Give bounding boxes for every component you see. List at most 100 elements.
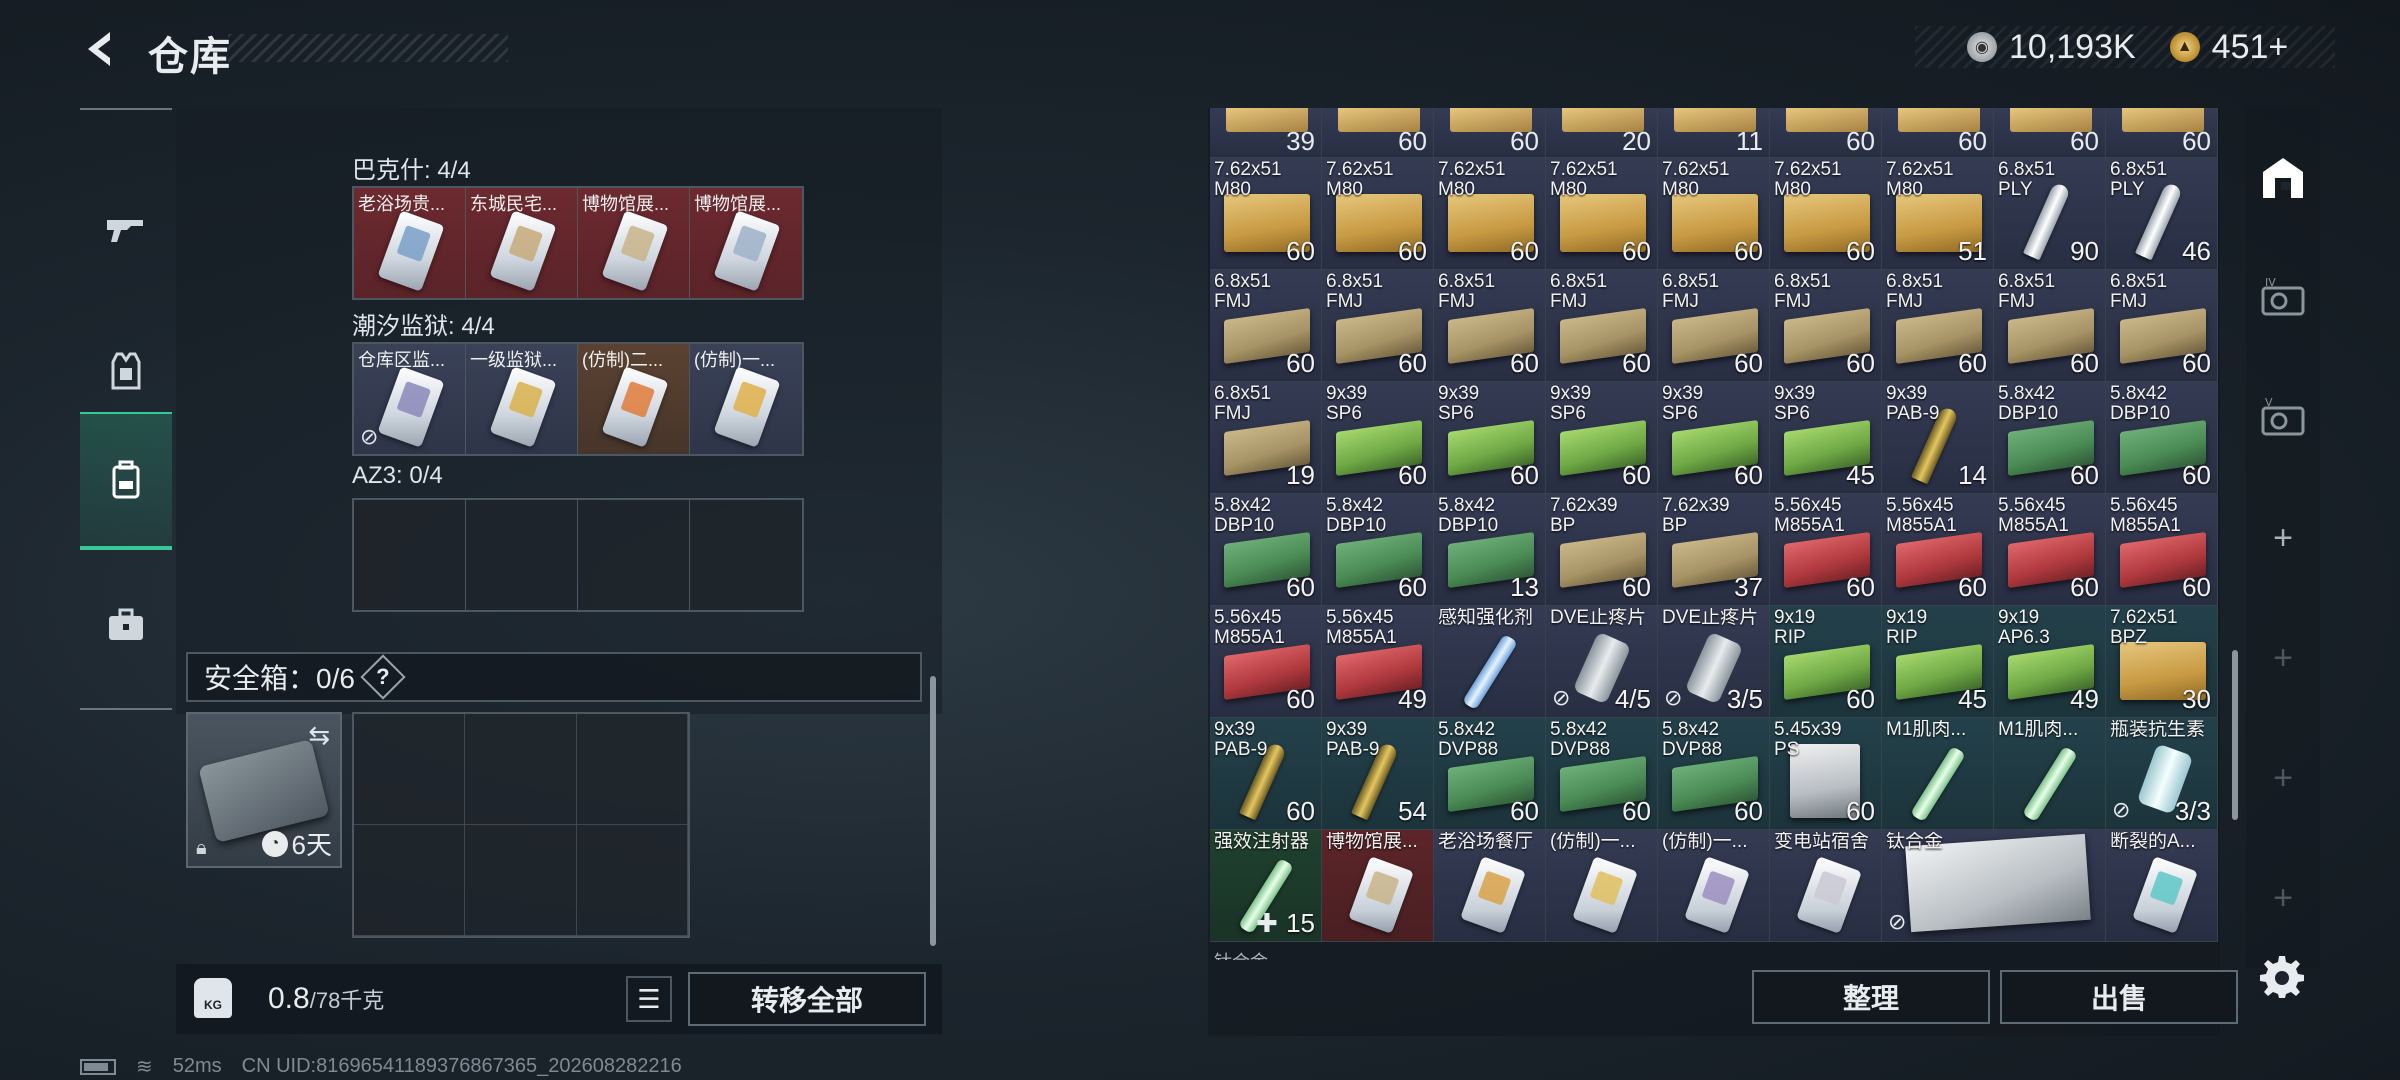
inventory-item[interactable]: 7.62x51 BPZ 30 — [2106, 606, 2218, 718]
inventory-item[interactable]: 断裂的A... — [2106, 830, 2218, 942]
inventory-item[interactable]: 6.8x51 FMJ 60 — [1322, 270, 1434, 382]
inventory-item[interactable]: DVE止疼片 4/5 ⊘ — [1546, 606, 1658, 718]
inventory-item[interactable]: 60 — [1882, 108, 1994, 158]
inventory-item[interactable]: 钛合金 ⊘ — [1882, 830, 2106, 942]
key-slot[interactable]: 博物馆展... — [690, 188, 802, 298]
inventory-item[interactable]: 7.62x39 BP 37 — [1658, 494, 1770, 606]
key-slot[interactable]: 仓库区监... ⊘ — [354, 344, 466, 454]
inventory-item[interactable]: 变电站宿舍 — [1770, 830, 1882, 942]
inventory-item[interactable]: 5.8x42 DBP10 60 — [1994, 382, 2106, 494]
inventory-item[interactable]: 6.8x51 FMJ 60 — [1882, 270, 1994, 382]
inventory-item[interactable]: 5.56x45 M855A1 60 — [2106, 494, 2218, 606]
inventory-item[interactable]: 5.8x42 DBP10 60 — [1210, 494, 1322, 606]
inventory-item[interactable]: 7.62x51 M80 60 — [1658, 158, 1770, 270]
inventory-item[interactable]: 5.8x42 DVP88 60 — [1546, 718, 1658, 830]
safe-slot[interactable] — [354, 714, 466, 825]
inventory-item[interactable]: 5.56x45 M855A1 60 — [1994, 494, 2106, 606]
nav-keys[interactable] — [80, 556, 172, 694]
key-slot[interactable]: 博物馆展... — [578, 188, 690, 298]
safe-slot[interactable] — [354, 825, 466, 936]
inventory-item[interactable]: 60 — [1322, 108, 1434, 158]
inventory-item[interactable]: 5.56x45 M855A1 60 — [1210, 606, 1322, 718]
empty-key-slot[interactable] — [690, 500, 802, 610]
inventory-item[interactable]: 6.8x51 FMJ 19 — [1210, 382, 1322, 494]
sort-button[interactable]: 整理 — [1752, 970, 1990, 1024]
key-slot[interactable]: 东城民宅... — [466, 188, 578, 298]
settings-gear-icon[interactable] — [2258, 952, 2306, 1000]
inventory-item[interactable]: 6.8x51 PLY 46 — [2106, 158, 2218, 270]
inventory-item[interactable]: 60 — [1994, 108, 2106, 158]
inventory-item[interactable]: 6.8x51 FMJ 60 — [2106, 270, 2218, 382]
nav-weapons[interactable] — [80, 160, 172, 298]
inventory-item[interactable]: (仿制)一... — [1658, 830, 1770, 942]
inventory-item[interactable]: M1肌肉... — [1994, 718, 2106, 830]
nav-storage[interactable] — [80, 412, 172, 550]
inventory-item[interactable]: 7.62x51 M80 60 — [1210, 158, 1322, 270]
inventory-item[interactable]: 瓶装抗生素 3/3 ⊘ — [2106, 718, 2218, 830]
inventory-item[interactable]: DVE止疼片 3/5 ⊘ — [1658, 606, 1770, 718]
empty-key-slot[interactable] — [354, 500, 466, 610]
swap-icon[interactable]: ⇆ — [308, 720, 330, 751]
safe-slot[interactable] — [576, 714, 688, 825]
inventory-item[interactable]: 9x19 AP6.3 49 — [1994, 606, 2106, 718]
safe-box-item[interactable]: ⇆ 🔒︎ ◔ 6天 — [186, 712, 342, 868]
transfer-all-button[interactable]: 转移全部 — [688, 972, 926, 1026]
inventory-item[interactable]: 60 — [1434, 108, 1546, 158]
inventory-item[interactable]: 9x39 PAB-9 14 — [1882, 382, 1994, 494]
key-slot[interactable]: (仿制)二... — [578, 344, 690, 454]
side-container-v-button[interactable]: V — [2246, 358, 2320, 478]
inventory-item[interactable]: 9x39 SP6 60 — [1658, 382, 1770, 494]
inventory-item[interactable]: 7.62x51 M80 60 — [1322, 158, 1434, 270]
side-stash-button[interactable] — [2246, 118, 2320, 238]
inventory-item[interactable]: 5.8x42 DBP10 60 — [2106, 382, 2218, 494]
inventory-item[interactable]: 老浴场餐厅 — [1434, 830, 1546, 942]
inventory-item[interactable]: 6.8x51 FMJ 60 — [1994, 270, 2106, 382]
empty-key-slot[interactable] — [578, 500, 690, 610]
inventory-item[interactable]: 9x39 SP6 60 — [1434, 382, 1546, 494]
side-add-slot-button[interactable]: + — [2246, 478, 2320, 598]
inventory-item[interactable]: 5.56x45 M855A1 60 — [1770, 494, 1882, 606]
inventory-item[interactable]: 60 — [2106, 108, 2218, 158]
inventory-item[interactable]: 7.62x39 BP 60 — [1546, 494, 1658, 606]
inventory-item[interactable]: 9x19 RIP 45 — [1882, 606, 1994, 718]
inventory-item[interactable]: 9x39 PAB-9 54 — [1322, 718, 1434, 830]
inventory-item[interactable]: 9x39 SP6 60 — [1322, 382, 1434, 494]
inventory-item[interactable]: 6.8x51 FMJ 60 — [1434, 270, 1546, 382]
side-add-slot-button[interactable]: + — [2246, 838, 2320, 958]
inventory-item[interactable]: 7.62x51 M80 60 — [1434, 158, 1546, 270]
inventory-item[interactable]: 6.8x51 FMJ 60 — [1658, 270, 1770, 382]
inventory-item[interactable]: 6.8x51 FMJ 60 — [1770, 270, 1882, 382]
inventory-item[interactable]: 博物馆展... — [1322, 830, 1434, 942]
inventory-item[interactable]: 7.62x51 M80 60 — [1770, 158, 1882, 270]
inventory-item[interactable]: 20 — [1546, 108, 1658, 158]
empty-key-slot[interactable] — [466, 500, 578, 610]
inventory-item[interactable]: (仿制)一... — [1546, 830, 1658, 942]
key-slot[interactable]: (仿制)一... — [690, 344, 802, 454]
safe-slot[interactable] — [465, 825, 577, 936]
safe-slot[interactable] — [576, 825, 688, 936]
safe-slot[interactable] — [465, 714, 577, 825]
inventory-item[interactable]: 9x19 RIP 60 — [1770, 606, 1882, 718]
inventory-item[interactable]: 感知强化剂 — [1434, 606, 1546, 718]
inventory-item[interactable]: M1肌肉... — [1882, 718, 1994, 830]
inventory-item[interactable]: 5.8x42 DBP10 13 — [1434, 494, 1546, 606]
inventory-item[interactable]: 11 — [1658, 108, 1770, 158]
inventory-item[interactable]: 5.8x42 DVP88 60 — [1434, 718, 1546, 830]
inventory-item[interactable]: 6.8x51 FMJ 60 — [1210, 270, 1322, 382]
inventory-item[interactable]: 39 — [1210, 108, 1322, 158]
left-scrollbar[interactable] — [930, 676, 936, 946]
inventory-item[interactable]: 5.56x45 M855A1 60 — [1882, 494, 1994, 606]
help-button[interactable]: ? — [360, 654, 406, 700]
side-add-slot-button[interactable]: + — [2246, 598, 2320, 718]
inventory-item[interactable]: 7.62x51 M80 51 — [1882, 158, 1994, 270]
inventory-item[interactable]: 6.8x51 FMJ 60 — [1546, 270, 1658, 382]
side-container-iv-button[interactable]: IV — [2246, 238, 2320, 358]
inventory-item[interactable]: 9x39 SP6 45 — [1770, 382, 1882, 494]
sell-button[interactable]: 出售 — [2000, 970, 2238, 1024]
inventory-item[interactable]: 9x39 PAB-9 60 — [1210, 718, 1322, 830]
inventory-item[interactable]: 7.62x51 M80 60 — [1546, 158, 1658, 270]
inventory-item[interactable]: 60 — [1770, 108, 1882, 158]
inventory-item[interactable]: 9x39 SP6 60 — [1546, 382, 1658, 494]
inventory-item[interactable]: 5.8x42 DBP10 60 — [1322, 494, 1434, 606]
key-slot[interactable]: 老浴场贵... — [354, 188, 466, 298]
